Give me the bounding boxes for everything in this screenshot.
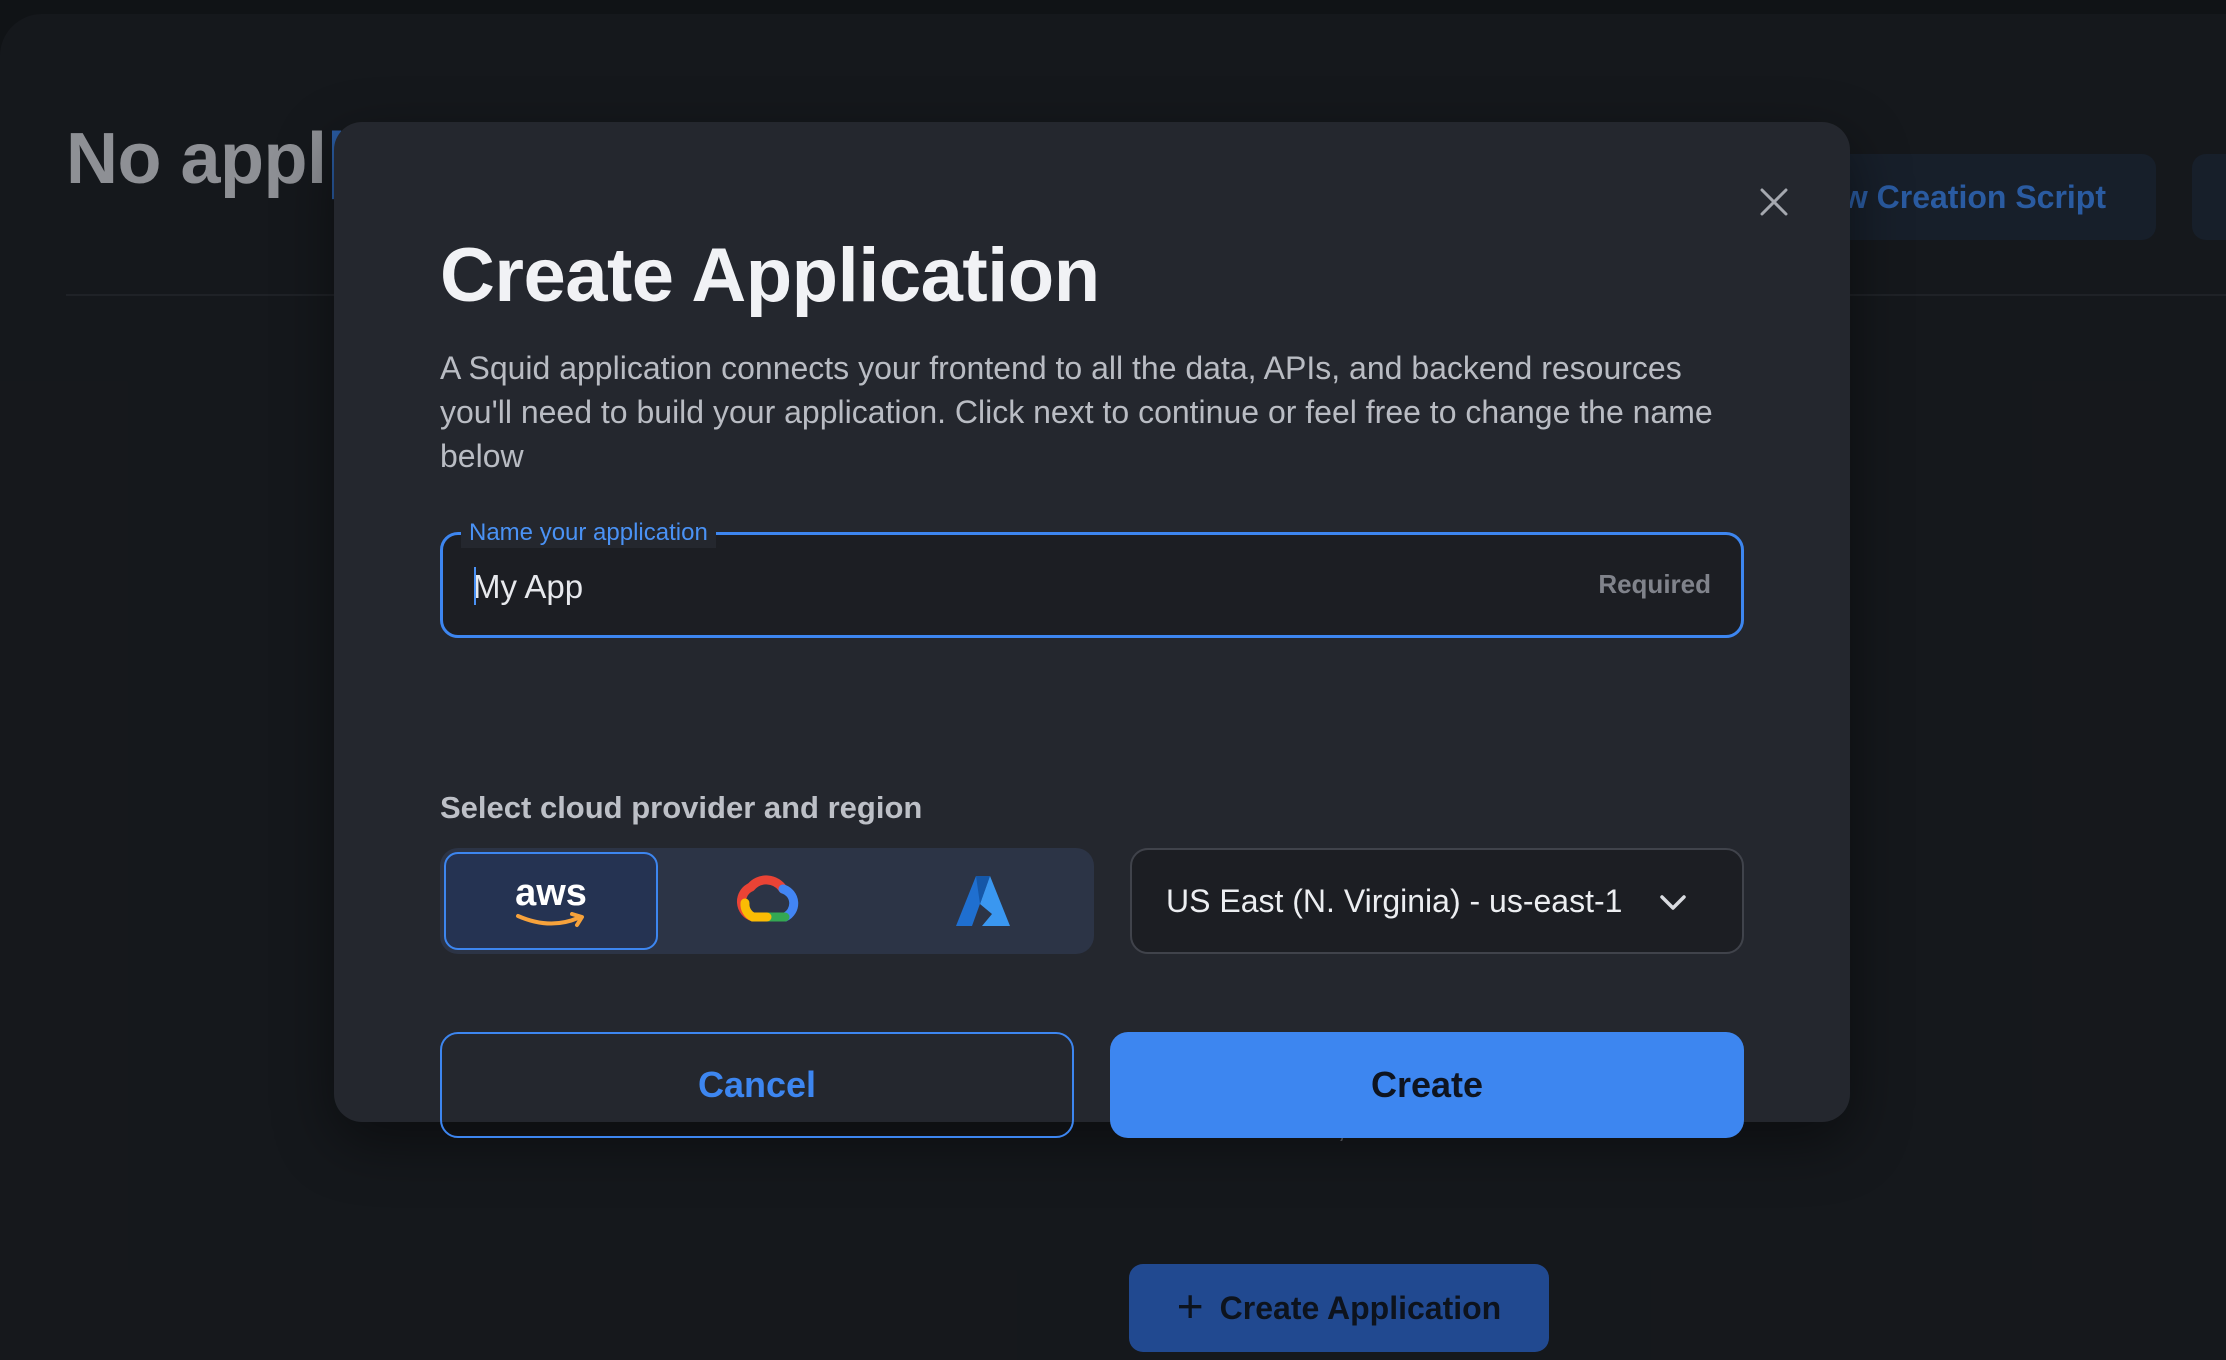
provider-section-label: Select cloud provider and region: [440, 790, 923, 825]
create-application-dialog: Create Application A Squid application c…: [334, 122, 1850, 1138]
cancel-button[interactable]: Cancel: [440, 1032, 1074, 1138]
provider-option-gcp[interactable]: [660, 852, 874, 950]
dialog-description: A Squid application connects your fronte…: [440, 350, 1713, 474]
provider-option-azure[interactable]: [876, 852, 1090, 950]
aws-logo-text: aws: [515, 872, 587, 914]
google-cloud-logo-icon: [737, 875, 799, 922]
application-name-input[interactable]: [473, 559, 1473, 615]
chevron-down-icon: [1660, 895, 1686, 910]
provider-option-aws[interactable]: aws: [444, 852, 658, 950]
application-name-label: Name your application: [461, 518, 716, 548]
cloud-provider-selector: aws: [440, 848, 1094, 954]
dialog-title: Create Application: [440, 233, 1100, 318]
required-hint: Required: [1598, 569, 1711, 599]
aws-logo-icon: aws: [514, 874, 588, 928]
application-name-field[interactable]: Name your application Required: [440, 518, 1744, 638]
create-button[interactable]: Create: [1110, 1032, 1744, 1138]
close-button[interactable]: [1748, 176, 1800, 228]
region-selected-value: US East (N. Virginia) - us-east-1: [1166, 882, 1623, 919]
azure-logo-icon: [956, 876, 1010, 926]
text-caret: [474, 567, 476, 605]
close-icon: [1760, 188, 1788, 216]
region-select[interactable]: US East (N. Virginia) - us-east-1: [1130, 848, 1744, 954]
aws-smile-icon: [516, 912, 584, 927]
